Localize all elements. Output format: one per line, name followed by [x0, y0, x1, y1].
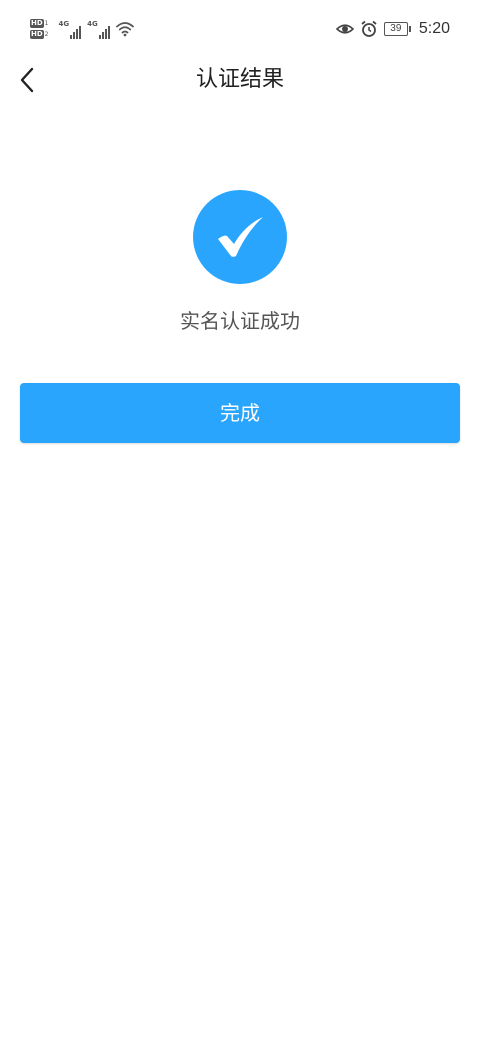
signal-sim-2: 4G [87, 18, 110, 40]
hd-icon: HD [30, 30, 44, 39]
alarm-icon [361, 20, 377, 37]
signal-icon [98, 25, 110, 39]
status-bar-right: 39 5:20 [335, 14, 450, 44]
page-title: 认证结果 [195, 67, 284, 92]
status-bar: HD 1 HD 2 4G 4G 39 5:20 [0, 0, 480, 58]
signal-icon [70, 25, 82, 39]
battery-icon: 39 [383, 22, 411, 36]
signal-sim-1: 4G [59, 18, 82, 40]
done-button[interactable]: 完成 [20, 383, 460, 443]
verification-result-page: HD 1 HD 2 4G 4G 39 5:20 认证结果 实名认证成功 完成 [0, 0, 480, 1061]
hd-indicator-1: HD 1 [30, 19, 49, 28]
hd-icon: HD [30, 19, 44, 28]
back-arrow-icon [20, 67, 34, 93]
wifi-icon [115, 22, 134, 37]
back-button[interactable] [10, 60, 46, 100]
check-circle-icon [193, 190, 287, 284]
success-message: 实名认证成功 [180, 309, 300, 333]
checkmark-icon [218, 217, 263, 257]
network-type: 4G [58, 20, 70, 28]
hd-sim-number: 2 [44, 31, 49, 38]
hd-indicator-2: HD 2 [30, 30, 49, 39]
hd-sim-number: 1 [44, 20, 49, 27]
clock-time: 5:20 [418, 20, 450, 37]
network-type: 4G [87, 20, 98, 28]
status-bar-left: HD 1 HD 2 4G 4G [30, 14, 134, 44]
hd-indicators: HD 1 HD 2 [30, 19, 49, 39]
navigation-header: 认证结果 [0, 58, 480, 102]
eye-icon [335, 24, 354, 34]
battery-level: 39 [383, 22, 408, 36]
